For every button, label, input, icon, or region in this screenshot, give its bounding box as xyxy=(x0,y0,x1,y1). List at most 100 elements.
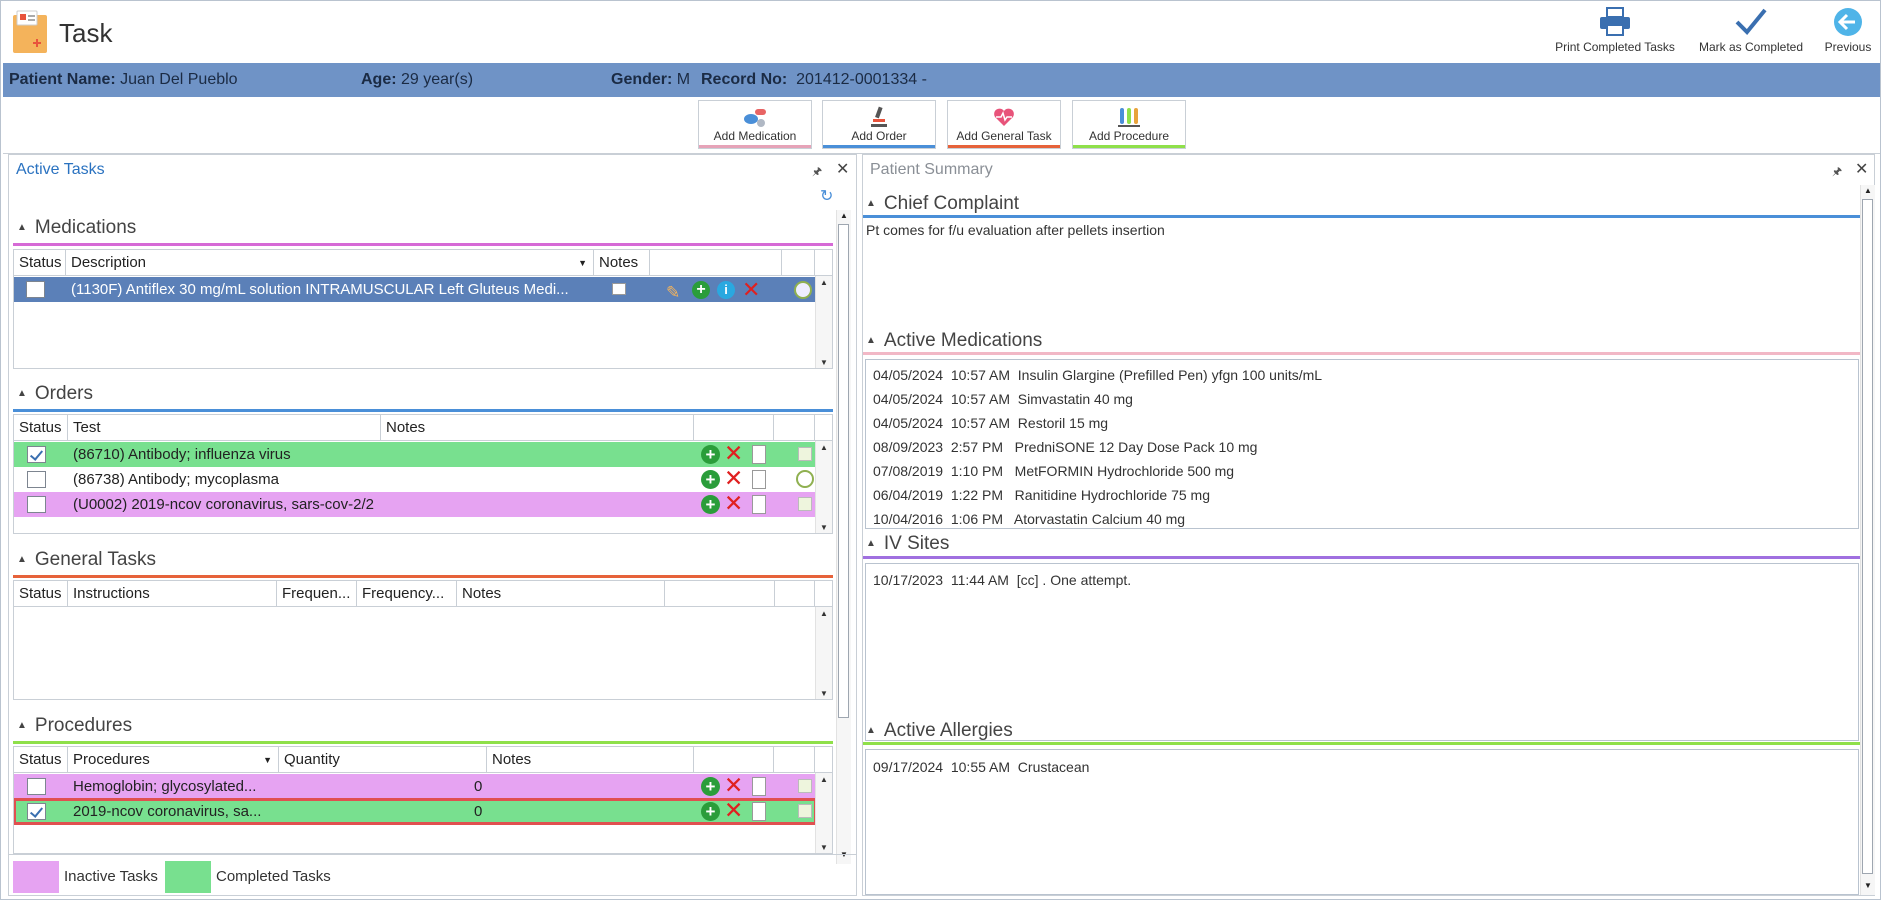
info-icon[interactable]: i xyxy=(717,281,735,299)
mark-as-completed-button[interactable]: Mark as Completed xyxy=(1695,7,1807,54)
col-procedures[interactable]: Procedures ▼ xyxy=(68,747,279,773)
summary-scroll-thumb[interactable] xyxy=(1862,199,1873,874)
procedures-scrollbar[interactable]: ▲ ▼ xyxy=(815,773,832,853)
document-icon[interactable] xyxy=(752,777,766,796)
pin-icon[interactable]: 🖈 xyxy=(812,163,822,182)
procedures-heading[interactable]: ▲ Procedures xyxy=(17,715,132,737)
delete-x-icon[interactable]: ✕ xyxy=(724,466,743,491)
order-status-checkbox[interactable] xyxy=(27,446,46,463)
add-plus-icon[interactable]: + xyxy=(701,495,720,514)
add-plus-icon[interactable]: + xyxy=(701,470,720,489)
delete-x-icon[interactable]: ✕ xyxy=(724,798,743,823)
scroll-up-icon[interactable]: ▲ xyxy=(820,278,828,287)
active-allergies-heading-label: Active Allergies xyxy=(883,720,1013,741)
scroll-down-icon[interactable]: ▼ xyxy=(1864,881,1872,890)
history-icon[interactable] xyxy=(798,779,812,793)
procedure-row-selected[interactable]: 2019-ncov coronavirus, sa... 0 + ✕ xyxy=(14,798,817,825)
col-test[interactable]: Test xyxy=(68,415,381,441)
history-icon[interactable] xyxy=(798,497,812,511)
col-description[interactable]: Description ▼ xyxy=(66,250,594,276)
orders-scrollbar[interactable]: ▲ ▼ xyxy=(815,441,832,533)
col-status[interactable]: Status xyxy=(14,747,68,773)
medication-row[interactable]: (1130F) Antiflex 30 mg/mL solution INTRA… xyxy=(14,277,816,302)
scroll-up-icon[interactable]: ▲ xyxy=(820,775,828,784)
order-status-checkbox[interactable] xyxy=(27,471,46,488)
col-status[interactable]: Status xyxy=(14,415,68,441)
document-icon[interactable] xyxy=(752,495,766,514)
med-dose: 10 mg xyxy=(1218,439,1258,455)
iv-text: [cc] . One attempt. xyxy=(1016,572,1132,588)
iv-sites-heading[interactable]: ▲ IV Sites xyxy=(866,533,949,555)
col-status[interactable]: Status xyxy=(14,250,66,276)
order-row[interactable]: (86710) Antibody; influenza virus + ✕ xyxy=(14,441,816,467)
close-icon[interactable]: ✕ xyxy=(836,159,849,179)
med-time: 10:57 AM xyxy=(950,415,1011,431)
add-plus-icon[interactable]: + xyxy=(692,281,710,299)
add-medication-label: Add Medication xyxy=(713,129,797,143)
col-notes[interactable]: Notes xyxy=(381,415,694,441)
document-icon[interactable] xyxy=(752,445,766,464)
order-row[interactable]: (86738) Antibody; mycoplasma + ✕ xyxy=(14,466,816,492)
procedure-status-checkbox[interactable] xyxy=(27,803,46,820)
add-plus-icon[interactable]: + xyxy=(701,445,720,464)
close-icon[interactable]: ✕ xyxy=(1855,159,1868,179)
add-general-task-button[interactable]: Add General Task xyxy=(947,100,1061,149)
scroll-down-icon[interactable]: ▼ xyxy=(820,358,828,367)
col-notes[interactable]: Notes xyxy=(594,250,650,276)
medication-status-checkbox[interactable] xyxy=(26,281,45,298)
scroll-up-icon[interactable]: ▲ xyxy=(1864,186,1872,195)
orders-heading[interactable]: ▲ Orders xyxy=(17,383,93,405)
active-medications-heading[interactable]: ▲ Active Medications xyxy=(866,330,1042,352)
previous-button[interactable]: Previous xyxy=(1821,7,1875,54)
summary-scrollbar[interactable]: ▲ ▼ xyxy=(1860,185,1875,895)
procedure-status-checkbox[interactable] xyxy=(27,778,46,795)
medications-scrollbar[interactable]: ▲ ▼ xyxy=(815,276,832,368)
medications-heading[interactable]: ▲ Medications xyxy=(17,217,136,239)
scroll-up-icon[interactable]: ▲ xyxy=(840,211,848,220)
delete-x-icon[interactable]: ✕ xyxy=(742,277,760,302)
scroll-down-icon[interactable]: ▼ xyxy=(820,689,828,698)
col-frequency-unit[interactable]: Frequency... xyxy=(357,581,457,607)
active-allergies-heading[interactable]: ▲ Active Allergies xyxy=(866,720,1013,742)
note-icon[interactable] xyxy=(612,283,626,295)
history-icon[interactable] xyxy=(798,804,812,818)
delete-x-icon[interactable]: ✕ xyxy=(724,773,743,798)
col-status[interactable]: Status xyxy=(14,581,68,607)
scroll-up-icon[interactable]: ▲ xyxy=(820,609,828,618)
add-medication-button[interactable]: Add Medication xyxy=(698,100,812,149)
print-completed-tasks-button[interactable]: Print Completed Tasks xyxy=(1553,7,1677,54)
patient-age-value: 29 year(s) xyxy=(401,71,474,88)
document-icon[interactable] xyxy=(752,802,766,821)
sort-dropdown-icon[interactable]: ▼ xyxy=(263,747,272,773)
delete-x-icon[interactable]: ✕ xyxy=(724,491,743,516)
procedure-row[interactable]: Hemoglobin; glycosylated... 0 + ✕ xyxy=(14,773,816,799)
general-tasks-heading[interactable]: ▲ General Tasks xyxy=(17,549,156,571)
scroll-down-icon[interactable]: ▼ xyxy=(820,843,828,852)
general-tasks-scrollbar[interactable]: ▲ ▼ xyxy=(815,607,832,699)
delete-x-icon[interactable]: ✕ xyxy=(724,441,743,466)
refresh-icon[interactable]: ↻ xyxy=(820,186,833,206)
document-icon[interactable] xyxy=(752,470,766,489)
order-row[interactable]: (U0002) 2019-ncov coronavirus, sars-cov-… xyxy=(14,491,816,517)
add-order-button[interactable]: Add Order xyxy=(822,100,936,149)
add-plus-icon[interactable]: + xyxy=(701,802,720,821)
chief-complaint-heading[interactable]: ▲ Chief Complaint xyxy=(866,193,1019,215)
col-notes[interactable]: Notes xyxy=(457,581,665,607)
order-status-checkbox[interactable] xyxy=(27,496,46,513)
sort-dropdown-icon[interactable]: ▼ xyxy=(578,250,587,276)
edit-pencil-icon[interactable]: ✎ xyxy=(666,280,680,305)
col-quantity[interactable]: Quantity xyxy=(279,747,487,773)
panel-scroll-thumb[interactable] xyxy=(838,224,849,718)
col-frequency[interactable]: Frequen... xyxy=(277,581,357,607)
history-icon[interactable] xyxy=(796,470,814,488)
scroll-down-icon[interactable]: ▼ xyxy=(820,523,828,532)
add-plus-icon[interactable]: + xyxy=(701,777,720,796)
pin-icon[interactable]: 🖈 xyxy=(1832,163,1842,182)
panel-scrollbar[interactable]: ▲ ▼ xyxy=(836,210,851,864)
col-notes[interactable]: Notes xyxy=(487,747,694,773)
col-instructions[interactable]: Instructions xyxy=(68,581,277,607)
add-procedure-button[interactable]: Add Procedure xyxy=(1072,100,1186,149)
history-icon[interactable] xyxy=(794,281,812,299)
scroll-up-icon[interactable]: ▲ xyxy=(820,443,828,452)
history-icon[interactable] xyxy=(798,447,812,461)
